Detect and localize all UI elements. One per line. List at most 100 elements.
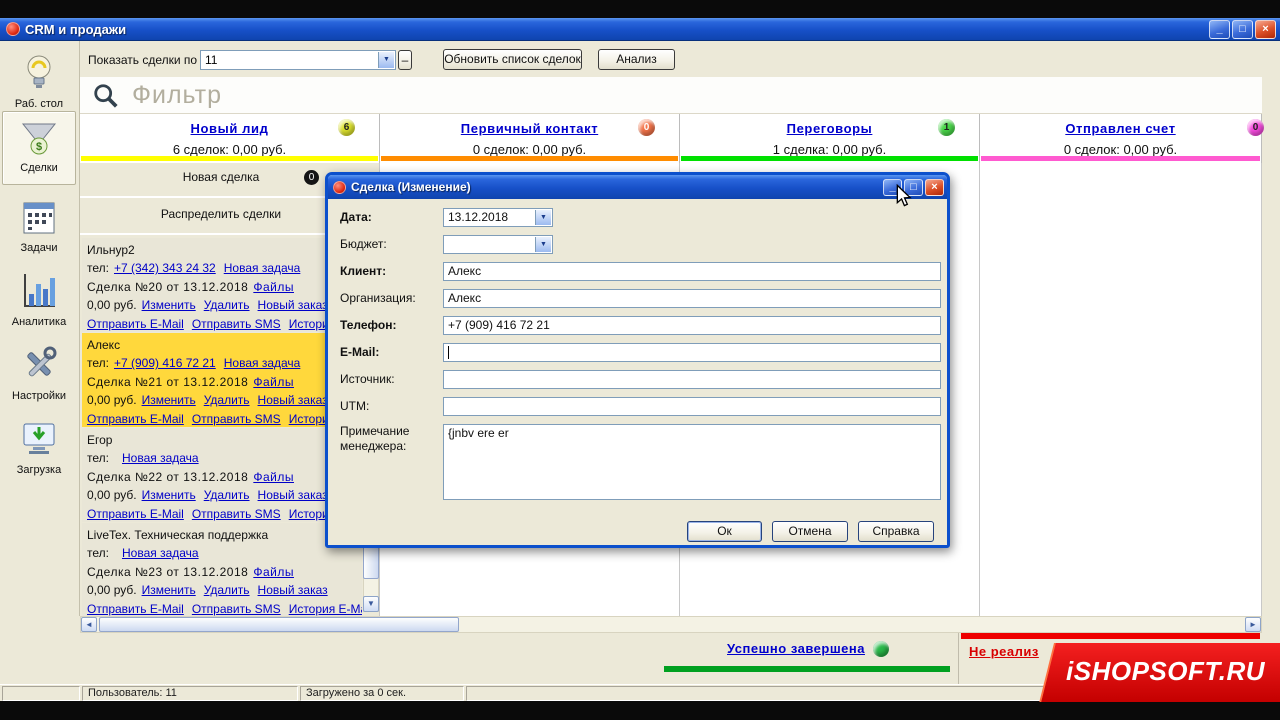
deal-name: Ильнур2: [87, 243, 135, 257]
new-order-link[interactable]: Новый заказ: [258, 393, 328, 407]
send-email-link[interactable]: Отправить E-Mail: [87, 412, 184, 426]
sidebar-item-settings[interactable]: Настройки: [2, 341, 76, 402]
delete-link[interactable]: Удалить: [204, 488, 250, 502]
send-sms-link[interactable]: Отправить SMS: [192, 317, 281, 331]
status-user: Пользователь: 11: [82, 686, 298, 701]
source-label: Источник:: [340, 372, 395, 386]
delete-link[interactable]: Удалить: [204, 393, 250, 407]
collapse-button[interactable]: –: [398, 50, 412, 70]
distribute-deals-row[interactable]: Распределить сделки: [80, 207, 362, 221]
column-summary: 0 сделок: 0,00 руб.: [472, 142, 587, 157]
status-cell-empty: [2, 686, 80, 701]
minimize-button[interactable]: _: [1209, 19, 1230, 39]
history-link[interactable]: История E-Mail: [289, 602, 362, 616]
delete-link[interactable]: Удалить: [204, 583, 250, 597]
phone-link[interactable]: +7 (342) 343 24 32: [114, 261, 216, 275]
dialog-close-button[interactable]: ×: [925, 178, 944, 196]
sidebar-item-desktop[interactable]: Раб. стол: [2, 49, 76, 110]
send-sms-link[interactable]: Отправить SMS: [192, 507, 281, 521]
sidebar-item-download[interactable]: Загрузка: [2, 415, 76, 476]
watermark-text: iSHOPSOFT.RU: [1066, 656, 1266, 686]
new-task-link[interactable]: Новая задача: [122, 546, 199, 560]
deal-card[interactable]: Егор тел: Новая задача Сделка №22 от 13.1…: [82, 428, 362, 522]
organization-field[interactable]: Алекс: [443, 289, 941, 308]
divider: [80, 233, 362, 235]
deal-card[interactable]: LiveTex. Техническая поддержка тел: Новая…: [82, 523, 362, 616]
kanban-body-invoice-sent: [980, 163, 1262, 616]
chevron-down-icon[interactable]: ▼: [535, 237, 551, 252]
tel-label: тел:: [87, 261, 109, 276]
edit-link[interactable]: Изменить: [142, 393, 196, 407]
column-title-link[interactable]: Первичный контакт: [461, 121, 598, 136]
new-task-link[interactable]: Новая задача: [224, 356, 301, 370]
column-title-link[interactable]: Переговоры: [787, 121, 873, 136]
scrollbar-thumb[interactable]: [99, 617, 459, 632]
crm-window: CRM и продажи _ □ × Раб. стол $ Сделки З…: [0, 0, 1280, 720]
edit-link[interactable]: Изменить: [142, 298, 196, 312]
new-task-link[interactable]: Новая задача: [224, 261, 301, 275]
filter-input[interactable]: Фильтр: [80, 77, 1262, 114]
client-field[interactable]: Алекс: [443, 262, 941, 281]
new-order-link[interactable]: Новый заказ: [258, 298, 328, 312]
sidebar-item-label: Задачи: [20, 242, 58, 254]
column-title-link[interactable]: Новый лид: [191, 121, 269, 136]
email-field[interactable]: [443, 343, 941, 362]
scroll-right-icon[interactable]: ►: [1245, 617, 1261, 632]
dialog-titlebar: Сделка (Изменение) _ □ ×: [328, 175, 947, 199]
sidebar-item-tasks[interactable]: Задачи: [2, 193, 76, 254]
deal-card[interactable]: Ильнур2 тел: +7 (342) 343 24 32 Новая зада…: [82, 238, 362, 332]
deal-edit-dialog: Сделка (Изменение) _ □ × Дата: 13.12.201…: [325, 172, 950, 548]
deal-card-selected[interactable]: Алекс тел: +7 (909) 416 72 21 Новая задача…: [82, 333, 362, 427]
budget-combobox[interactable]: ▼: [443, 235, 553, 254]
edit-link[interactable]: Изменить: [142, 488, 196, 502]
analysis-button[interactable]: Анализ: [598, 49, 675, 70]
files-link[interactable]: Файлы: [253, 375, 294, 389]
phone-field[interactable]: +7 (909) 416 72 21: [443, 316, 941, 335]
scroll-down-icon[interactable]: ▼: [363, 596, 379, 612]
window-titlebar: CRM и продажи _ □ ×: [0, 18, 1280, 41]
new-order-link[interactable]: Новый заказ: [258, 583, 328, 597]
refresh-deals-button[interactable]: Обновить список сделок: [443, 49, 582, 70]
new-deal-row[interactable]: Новая сделка: [80, 170, 362, 184]
send-email-link[interactable]: Отправить E-Mail: [87, 507, 184, 521]
chevron-down-icon[interactable]: ▼: [535, 210, 551, 225]
new-task-link[interactable]: Новая задача: [122, 451, 199, 465]
search-icon: [94, 84, 118, 108]
maximize-button[interactable]: □: [1232, 19, 1253, 39]
ok-button[interactable]: Ок: [687, 521, 762, 542]
utm-label: UTM:: [340, 399, 370, 413]
delete-link[interactable]: Удалить: [204, 298, 250, 312]
status-done-link[interactable]: Успешно завершена: [727, 641, 865, 656]
send-sms-link[interactable]: Отправить SMS: [192, 602, 281, 616]
column-title-link[interactable]: Отправлен счет: [1065, 121, 1175, 136]
deal-name: Алекс: [87, 338, 121, 352]
send-email-link[interactable]: Отправить E-Mail: [87, 602, 184, 616]
status-failed-link[interactable]: Не реализ: [969, 644, 1039, 659]
chevron-down-icon[interactable]: ▼: [378, 52, 394, 68]
send-sms-link[interactable]: Отправить SMS: [192, 412, 281, 426]
deal-amount: 0,00 руб.: [87, 583, 137, 598]
scroll-left-icon[interactable]: ◄: [81, 617, 97, 632]
source-field[interactable]: [443, 370, 941, 389]
manager-note-field[interactable]: {jnbv ere er: [443, 424, 941, 500]
sidebar-item-analytics[interactable]: Аналитика: [2, 267, 76, 328]
help-button[interactable]: Справка: [858, 521, 934, 542]
files-link[interactable]: Файлы: [253, 565, 294, 579]
status-done-bar: [664, 666, 950, 672]
files-link[interactable]: Файлы: [253, 280, 294, 294]
bar-chart-icon: [24, 274, 55, 307]
kanban-header-first-contact: Первичный контакт 0 0 сделок: 0,00 руб.: [380, 114, 680, 163]
new-order-link[interactable]: Новый заказ: [258, 488, 328, 502]
sidebar-item-deals[interactable]: $ Сделки: [2, 111, 76, 185]
utm-field[interactable]: [443, 397, 941, 416]
cancel-button[interactable]: Отмена: [772, 521, 848, 542]
send-email-link[interactable]: Отправить E-Mail: [87, 317, 184, 331]
close-button[interactable]: ×: [1255, 19, 1276, 39]
files-link[interactable]: Файлы: [253, 470, 294, 484]
date-combobox[interactable]: 13.12.2018 ▼: [443, 208, 553, 227]
phone-link[interactable]: +7 (909) 416 72 21: [114, 356, 216, 370]
show-deals-combobox[interactable]: 11 ▼: [200, 50, 396, 70]
edit-link[interactable]: Изменить: [142, 583, 196, 597]
deal-info: Сделка №23 от 13.12.2018: [87, 564, 249, 579]
dialog-icon: [333, 180, 346, 194]
